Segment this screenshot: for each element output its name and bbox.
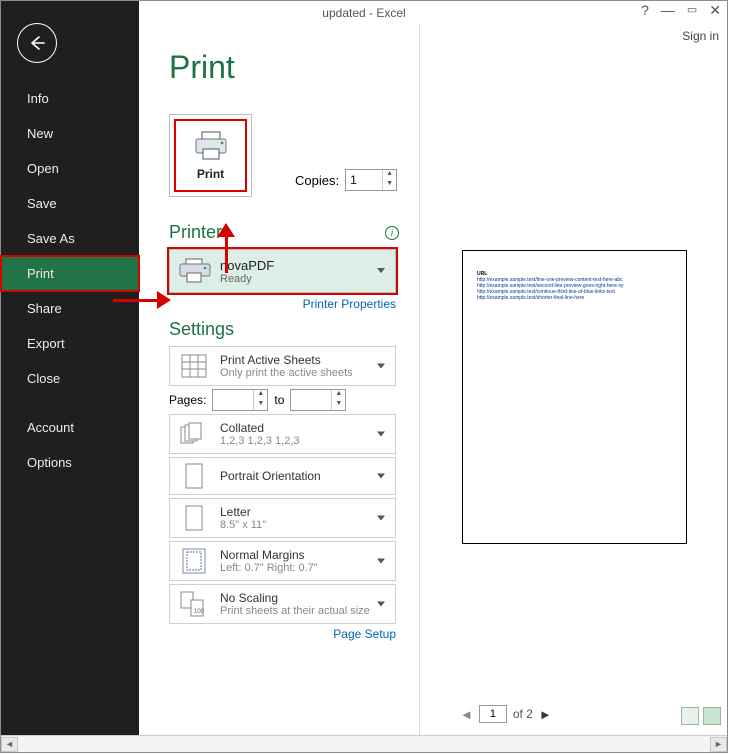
pages-label: Pages: <box>169 393 206 407</box>
collation-sub: 1,2,3 1,2,3 1,2,3 <box>220 435 300 447</box>
nav-save[interactable]: Save <box>1 186 139 221</box>
margins-selector[interactable]: Normal Margins Left: 0.7" Right: 0.7" <box>169 541 396 581</box>
pages-to-label: to <box>274 393 284 407</box>
pages-row: Pages: ▲▼ to ▲▼ <box>169 389 396 411</box>
nav-list: Info New Open Save Save As Print Share E… <box>1 81 139 480</box>
orientation-title: Portrait Orientation <box>220 469 321 483</box>
collated-icon <box>180 422 208 446</box>
nav-close[interactable]: Close <box>1 361 139 396</box>
current-page-input[interactable] <box>479 705 507 723</box>
page-to-input[interactable] <box>291 390 331 410</box>
printer-section-title: Printer i <box>169 222 419 243</box>
window-controls: ? — ▭ ✕ <box>641 3 721 17</box>
margins-title: Normal Margins <box>220 548 318 562</box>
scroll-right-button[interactable]: ► <box>710 737 727 752</box>
spinner-arrows[interactable]: ▲▼ <box>382 170 396 190</box>
chevron-down-icon <box>377 268 385 273</box>
settings-section-title: Settings <box>169 319 419 340</box>
page-of-label: of 2 <box>513 707 533 721</box>
copies-row: Copies: ▲▼ <box>295 169 397 191</box>
nav-options[interactable]: Options <box>1 445 139 480</box>
copies-label: Copies: <box>295 173 339 188</box>
main-panel: Print Print Copies: <box>139 25 727 735</box>
maximize-icon[interactable]: ▭ <box>687 5 697 16</box>
scroll-track[interactable] <box>18 737 710 752</box>
window-title: updated - Excel <box>322 6 405 20</box>
print-what-selector[interactable]: Print Active Sheets Only print the activ… <box>169 346 396 386</box>
preview-content: URL http://example.sample.text/line-one-… <box>477 271 623 301</box>
app-window: updated - Excel ? — ▭ ✕ Sign in Info New… <box>0 0 728 753</box>
chevron-down-icon <box>377 516 385 521</box>
paper-sub: 8.5" x 11" <box>220 519 266 531</box>
print-button-label: Print <box>197 167 224 181</box>
print-preview-pane: URL http://example.sample.text/line-one-… <box>419 25 727 735</box>
collation-title: Collated <box>220 421 300 435</box>
zoom-to-page-button[interactable] <box>703 707 721 725</box>
margins-sub: Left: 0.7" Right: 0.7" <box>220 562 318 574</box>
next-page-button[interactable]: ► <box>539 707 552 722</box>
minimize-icon[interactable]: — <box>661 3 675 17</box>
nav-account[interactable]: Account <box>1 410 139 445</box>
page-title: Print <box>169 49 419 86</box>
chevron-down-icon <box>377 559 385 564</box>
page-icon <box>184 505 204 531</box>
backstage-sidebar: Info New Open Save Save As Print Share E… <box>1 1 139 735</box>
print-what-title: Print Active Sheets <box>220 353 353 367</box>
nav-print[interactable]: Print <box>1 256 139 291</box>
chevron-down-icon <box>377 364 385 369</box>
svg-text:100: 100 <box>194 609 205 615</box>
chevron-down-icon <box>377 432 385 437</box>
zoom-controls <box>681 707 721 725</box>
nav-new[interactable]: New <box>1 116 139 151</box>
margins-icon <box>182 548 206 574</box>
page-from-spinner[interactable]: ▲▼ <box>212 389 268 411</box>
copies-spinner[interactable]: ▲▼ <box>345 169 397 191</box>
printer-name: novaPDF <box>220 258 274 273</box>
sheets-icon <box>181 354 207 378</box>
help-icon[interactable]: ? <box>641 3 649 17</box>
page-to-spinner[interactable]: ▲▼ <box>290 389 346 411</box>
nav-info[interactable]: Info <box>1 81 139 116</box>
body: Info New Open Save Save As Print Share E… <box>1 25 727 735</box>
back-button[interactable] <box>17 23 57 63</box>
printer-properties-link[interactable]: Printer Properties <box>169 297 396 311</box>
show-margins-button[interactable] <box>681 707 699 725</box>
page-setup-link[interactable]: Page Setup <box>169 627 396 641</box>
scroll-left-button[interactable]: ◄ <box>1 737 18 752</box>
scaling-title: No Scaling <box>220 591 370 605</box>
printer-icon <box>193 131 229 161</box>
printer-selector[interactable]: novaPDF Ready <box>169 249 396 293</box>
printer-device-icon <box>178 258 212 284</box>
preview-page: URL http://example.sample.text/line-one-… <box>462 250 687 544</box>
nav-save-as[interactable]: Save As <box>1 221 139 256</box>
chevron-down-icon <box>377 602 385 607</box>
print-button[interactable]: Print <box>169 114 252 197</box>
orientation-selector[interactable]: Portrait Orientation <box>169 457 396 495</box>
prev-page-button[interactable]: ◄ <box>460 707 473 722</box>
horizontal-scrollbar[interactable]: ◄ ► <box>1 735 727 752</box>
scaling-sub: Print sheets at their actual size <box>220 605 370 617</box>
scaling-icon: 100 <box>180 591 208 617</box>
nav-share[interactable]: Share <box>1 291 139 326</box>
paper-size-selector[interactable]: Letter 8.5" x 11" <box>169 498 396 538</box>
nav-export[interactable]: Export <box>1 326 139 361</box>
scaling-selector[interactable]: 100 No Scaling Print sheets at their act… <box>169 584 396 624</box>
page-navigation: ◄ of 2 ► <box>460 705 552 723</box>
close-icon[interactable]: ✕ <box>709 3 721 17</box>
paper-title: Letter <box>220 505 266 519</box>
copies-input[interactable] <box>346 170 382 190</box>
page-from-input[interactable] <box>213 390 253 410</box>
chevron-down-icon <box>377 474 385 479</box>
nav-open[interactable]: Open <box>1 151 139 186</box>
collation-selector[interactable]: Collated 1,2,3 1,2,3 1,2,3 <box>169 414 396 454</box>
print-what-sub: Only print the active sheets <box>220 367 353 379</box>
printer-status: Ready <box>220 273 274 285</box>
info-icon[interactable]: i <box>385 226 399 240</box>
print-settings-column: Print Print Copies: <box>139 25 419 735</box>
portrait-icon <box>184 463 204 489</box>
